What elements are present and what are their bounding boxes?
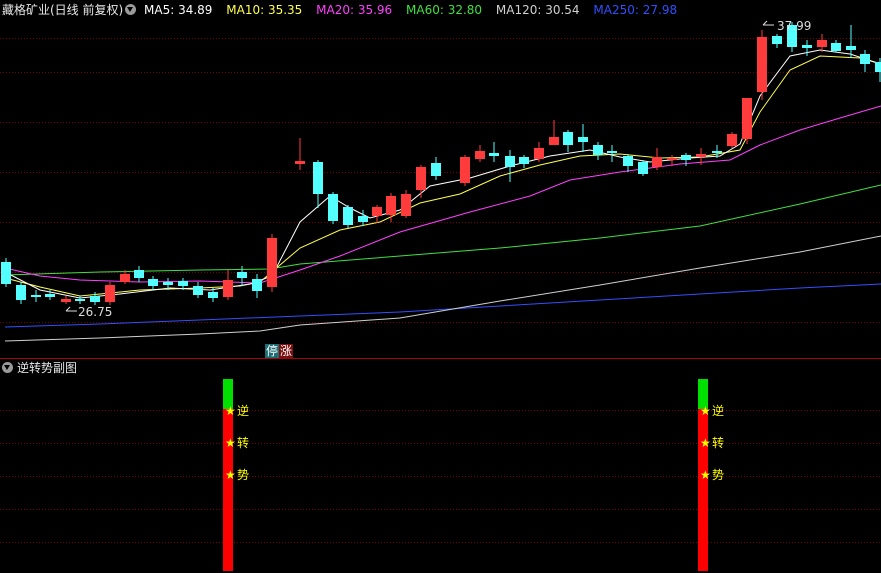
candle-body [61, 299, 71, 302]
chevron-down-icon[interactable] [125, 4, 137, 15]
candle-body [401, 194, 411, 216]
star-icon: ★ [700, 468, 711, 482]
high-price-pointer [762, 20, 774, 26]
ma250-label: MA250: 27.98 [593, 3, 678, 17]
signal-label: 转 [712, 435, 724, 450]
star-icon: ★ [700, 404, 711, 418]
candle-body [267, 238, 277, 287]
signal-label: 势 [712, 468, 724, 482]
candle-body [313, 162, 323, 194]
ma20-label: MA20: 35.96 [316, 3, 393, 17]
limit-up-badge-left: 停 [266, 343, 278, 358]
signal-label: 逆 [712, 403, 724, 418]
candle-body [505, 156, 515, 167]
candle-body [831, 43, 841, 51]
candle-body [358, 216, 368, 222]
candle-body [31, 295, 41, 297]
candle-body [75, 299, 85, 301]
ma-line [4, 235, 881, 342]
candle-body [90, 296, 100, 302]
signal-label: 转 [237, 435, 249, 450]
main-chart-header: 藏格矿业(日线 前复权) MA5: 34.89 MA10: 35.35 MA20… [0, 1, 687, 19]
candle-body [295, 161, 305, 164]
candle-body [578, 137, 588, 142]
candle-body [134, 270, 144, 278]
ma-line [4, 49, 881, 299]
signal-label: 逆 [237, 403, 249, 418]
candle-body [638, 162, 648, 174]
candle-body [193, 286, 203, 295]
candle-body [431, 163, 441, 176]
ma120-label: MA120: 30.54 [495, 3, 580, 17]
candle-body [105, 285, 115, 302]
candle-body [623, 156, 633, 166]
candle-body [148, 279, 158, 286]
signal-bar [223, 409, 233, 571]
candle-body [475, 151, 485, 159]
candle-body [178, 281, 188, 286]
stock-chart-canvas[interactable]: 37.99 26.75 停 涨 ★ 逆★ 转★ 势★ 逆★ 转★ 势 [0, 0, 881, 573]
candle-body [681, 155, 691, 160]
candle-body [534, 148, 544, 159]
candle-body [757, 37, 767, 92]
sub-panel-title[interactable]: 逆转势副图 [17, 361, 77, 375]
ma10-label: MA10: 35.35 [226, 3, 303, 17]
signal-bar [698, 409, 708, 571]
candle-body [549, 137, 559, 145]
star-icon: ★ [700, 436, 711, 450]
signal-label: 势 [237, 468, 249, 482]
sub-panel-header: 逆转势副图 [0, 359, 77, 377]
price-annotations: 37.99 26.75 停 涨 [65, 19, 811, 358]
candle-body [343, 207, 353, 225]
star-icon: ★ [225, 468, 236, 482]
candle-body [727, 134, 737, 146]
candle-body [223, 280, 233, 297]
candle-body [652, 157, 662, 167]
candlesticks [1, 22, 881, 305]
candle-body [742, 98, 752, 139]
candle-body [16, 285, 26, 300]
candle-body [208, 292, 218, 298]
candle-body [712, 151, 722, 153]
moving-average-lines [4, 49, 881, 342]
candle-body [45, 294, 55, 297]
candle-body [237, 272, 247, 278]
low-price-pointer [65, 306, 77, 312]
ma5-label: MA5: 34.89 [144, 3, 213, 17]
star-icon: ★ [225, 436, 236, 450]
ma60-label: MA60: 32.80 [406, 3, 483, 17]
candle-body [817, 40, 827, 47]
candle-body [252, 279, 262, 291]
stock-title[interactable]: 藏格矿业(日线 前复权) [2, 3, 123, 17]
ma-line [4, 184, 881, 276]
candle-body [460, 157, 470, 183]
candle-body [667, 158, 677, 160]
candle-body [563, 132, 573, 145]
candle-body [875, 62, 881, 72]
candle-body [696, 154, 706, 157]
star-icon: ★ [225, 404, 236, 418]
candle-body [163, 282, 173, 285]
candle-body [860, 54, 870, 64]
candle-body [593, 145, 603, 155]
candle-body [607, 151, 617, 153]
candle-body [519, 157, 529, 164]
candle-body [802, 45, 812, 48]
candle-body [386, 196, 396, 215]
candle-body [1, 262, 11, 284]
candle-body [328, 194, 338, 221]
limit-up-badge-right: 涨 [280, 343, 292, 358]
candle-body [372, 207, 382, 216]
candle-body [416, 167, 426, 190]
candle-body [489, 153, 499, 156]
candle-body [772, 36, 782, 44]
chevron-down-icon[interactable] [2, 362, 13, 373]
candle-body [120, 274, 130, 282]
candle-body [846, 46, 856, 50]
high-price-label: 37.99 [777, 19, 811, 33]
low-price-label: 26.75 [78, 305, 112, 319]
